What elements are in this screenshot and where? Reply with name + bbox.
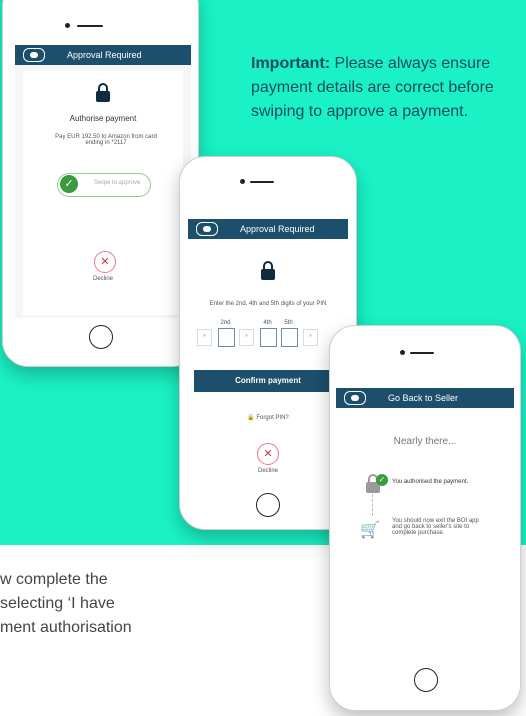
phone-speaker xyxy=(250,181,274,183)
phone2-topbar: Approval Required xyxy=(188,219,348,239)
pin-input-2[interactable] xyxy=(218,328,235,347)
pin-digit-3: * xyxy=(239,329,254,346)
phone-camera xyxy=(240,179,245,184)
phone-approval: Approval Required Authorise payment Pay … xyxy=(2,0,199,367)
step-authorised: You authorised the payment. xyxy=(392,479,469,485)
lock-icon xyxy=(96,83,110,102)
pin-digit-1: * xyxy=(197,329,212,346)
forgot-pin-label: Forgot PIN? xyxy=(256,415,289,421)
pin-input-5[interactable] xyxy=(281,328,298,347)
forgot-pin-link[interactable]: 🔒 Forgot PIN? xyxy=(188,414,348,421)
bottom-line-1: w complete the xyxy=(0,571,108,588)
phone2-bar-title: Approval Required xyxy=(240,224,315,234)
bank-logo-icon xyxy=(23,48,45,62)
phone1-screen: Approval Required Authorise payment Pay … xyxy=(15,45,191,318)
phone3-screen: Go Back to Seller Nearly there... ✓ You … xyxy=(336,388,514,656)
phone-speaker xyxy=(77,25,103,27)
phone1-topbar: Approval Required xyxy=(15,45,191,65)
phone1-bar-title: Approval Required xyxy=(67,50,142,60)
important-label: Important: xyxy=(251,55,331,72)
important-note: Important: Please always ensure payment … xyxy=(251,52,521,124)
home-button[interactable] xyxy=(256,493,280,517)
swipe-to-approve[interactable]: ✓ Swipe to approve xyxy=(57,173,151,197)
home-button[interactable] xyxy=(414,668,438,692)
pin-label-4th: 4th xyxy=(263,320,272,326)
phone3-topbar: Go Back to Seller xyxy=(336,388,514,408)
confirm-payment-button[interactable]: Confirm payment xyxy=(194,370,342,392)
phone-camera xyxy=(65,23,70,28)
decline-button[interactable]: ✕ xyxy=(94,251,116,273)
phone-go-back: Go Back to Seller Nearly there... ✓ You … xyxy=(329,325,521,711)
check-icon: ✓ xyxy=(60,175,78,193)
phone1-heading: Authorise payment xyxy=(69,114,137,123)
pin-label-2nd: 2nd xyxy=(220,320,231,326)
pin-input-4[interactable] xyxy=(260,328,277,347)
phone-camera xyxy=(400,350,405,355)
decline-button[interactable]: ✕ xyxy=(257,443,279,465)
nearly-there-heading: Nearly there... xyxy=(393,436,457,447)
pin-instruction: Enter the 2nd, 4th and 5th digits of you… xyxy=(209,301,327,307)
swipe-label: Swipe to approve xyxy=(94,180,141,186)
phone2-screen: Approval Required Enter the 2nd, 4th and… xyxy=(188,219,348,481)
pin-digit-6: * xyxy=(303,329,318,346)
step-go-back: You should now exit the BOI app and go b… xyxy=(392,518,479,536)
decline-label: Decline xyxy=(92,276,113,282)
phone-speaker xyxy=(410,352,434,354)
step-connector xyxy=(372,494,373,516)
bank-logo-icon xyxy=(196,222,218,236)
bottom-line-3: ment authorisation xyxy=(0,619,132,636)
home-button[interactable] xyxy=(89,325,113,349)
bank-logo-icon xyxy=(344,391,366,405)
check-icon: ✓ xyxy=(376,474,388,486)
decline-label: Decline xyxy=(257,468,278,474)
shopping-cart-icon: 🛒 xyxy=(360,522,380,539)
lock-icon xyxy=(261,261,275,280)
bottom-line-2: selecting ‘I have xyxy=(0,595,115,612)
bottom-text: w complete the selecting ‘I have ment au… xyxy=(0,568,132,640)
phone1-description: Pay EUR 192.50 to Amazon from card endin… xyxy=(55,134,157,146)
pin-label-5th: 5th xyxy=(284,320,293,326)
phone3-bar-title: Go Back to Seller xyxy=(388,393,459,403)
